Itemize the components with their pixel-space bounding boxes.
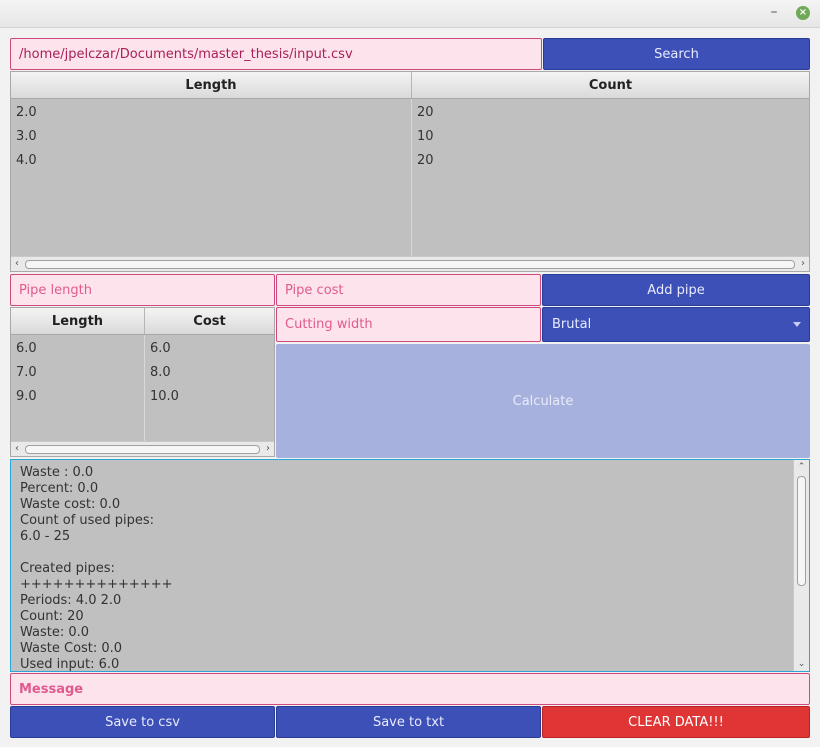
- input-table: Length Count 2.0 3.0 4.0 20 10 20 ‹ ›: [10, 71, 810, 272]
- table-cell[interactable]: 20: [412, 101, 809, 125]
- output-line: Count: 20: [20, 609, 84, 624]
- clear-data-button[interactable]: CLEAR DATA!!!: [542, 706, 810, 738]
- title-bar: – ×: [0, 0, 820, 28]
- table-cell[interactable]: 10.0: [145, 385, 274, 409]
- output-line: Count of used pipes:: [20, 513, 155, 528]
- pipe-table: Length Cost 6.0 7.0 9.0 6.0 8.0 10.0 ‹ ›: [10, 307, 275, 457]
- scroll-left-icon[interactable]: ‹: [11, 257, 23, 271]
- close-icon[interactable]: ×: [796, 6, 810, 20]
- table-cell[interactable]: 10: [412, 125, 809, 149]
- scrollbar-thumb[interactable]: [25, 260, 795, 269]
- output-line: Waste cost: 0.0: [20, 497, 121, 512]
- message-field: Message: [10, 673, 810, 705]
- output-line: Periods: 4.0 2.0: [20, 593, 122, 608]
- calculate-button[interactable]: Calculate: [276, 344, 810, 458]
- column-header-count[interactable]: Count: [412, 72, 809, 98]
- scroll-up-icon[interactable]: ⌃: [794, 460, 809, 474]
- output-line: Waste: 0.0: [20, 625, 90, 640]
- scroll-left-icon[interactable]: ‹: [11, 442, 23, 456]
- save-csv-button[interactable]: Save to csv: [10, 706, 275, 738]
- table-cell[interactable]: 6.0: [145, 337, 274, 361]
- chevron-down-icon: [793, 321, 801, 327]
- pipe-length-input[interactable]: Pipe length: [10, 274, 275, 306]
- scroll-right-icon[interactable]: ›: [262, 442, 274, 456]
- output-line: ++++++++++++++: [20, 577, 173, 592]
- output-line: 6.0 - 25: [20, 529, 71, 544]
- add-pipe-button[interactable]: Add pipe: [542, 274, 810, 306]
- output-line: Waste Cost: 0.0: [20, 641, 123, 656]
- search-button[interactable]: Search: [543, 38, 810, 70]
- scrollbar-thumb[interactable]: [797, 476, 806, 586]
- pipe-cost-input[interactable]: Pipe cost: [276, 274, 541, 306]
- table-cell[interactable]: 4.0: [11, 149, 411, 173]
- results-output[interactable]: Waste : 0.0 Percent: 0.0 Waste cost: 0.0 Co…: [10, 459, 810, 672]
- vertical-scrollbar[interactable]: ⌃ ⌄: [793, 460, 809, 671]
- column-header-cost[interactable]: Cost: [145, 308, 274, 334]
- scrollbar-thumb[interactable]: [25, 445, 260, 454]
- table-cell[interactable]: 8.0: [145, 361, 274, 385]
- output-line: Percent: 0.0: [20, 481, 99, 496]
- save-txt-button[interactable]: Save to txt: [276, 706, 541, 738]
- minimize-icon[interactable]: –: [767, 4, 781, 20]
- algorithm-select-value: Brutal: [552, 317, 592, 332]
- table-cell[interactable]: 3.0: [11, 125, 411, 149]
- table-cell[interactable]: 6.0: [11, 337, 144, 361]
- output-line: Created pipes:: [20, 561, 115, 576]
- table-cell[interactable]: 7.0: [11, 361, 144, 385]
- scroll-down-icon[interactable]: ⌄: [794, 657, 809, 671]
- algorithm-select[interactable]: Brutal: [542, 307, 810, 342]
- scroll-right-icon[interactable]: ›: [797, 257, 809, 271]
- file-path-input[interactable]: /home/jpelczar/Documents/master_thesis/i…: [10, 38, 542, 70]
- column-header-length[interactable]: Length: [11, 72, 412, 98]
- horizontal-scrollbar[interactable]: ‹ ›: [11, 256, 809, 271]
- output-line: Waste : 0.0: [20, 465, 94, 480]
- horizontal-scrollbar[interactable]: ‹ ›: [11, 441, 274, 456]
- table-cell[interactable]: 2.0: [11, 101, 411, 125]
- output-line: Used input: 6.0: [20, 657, 120, 672]
- table-cell[interactable]: 20: [412, 149, 809, 173]
- cutting-width-input[interactable]: Cutting width: [276, 307, 541, 342]
- column-header-length[interactable]: Length: [11, 308, 145, 334]
- table-cell[interactable]: 9.0: [11, 385, 144, 409]
- results-text: Waste : 0.0 Percent: 0.0 Waste cost: 0.0 Co…: [20, 465, 789, 672]
